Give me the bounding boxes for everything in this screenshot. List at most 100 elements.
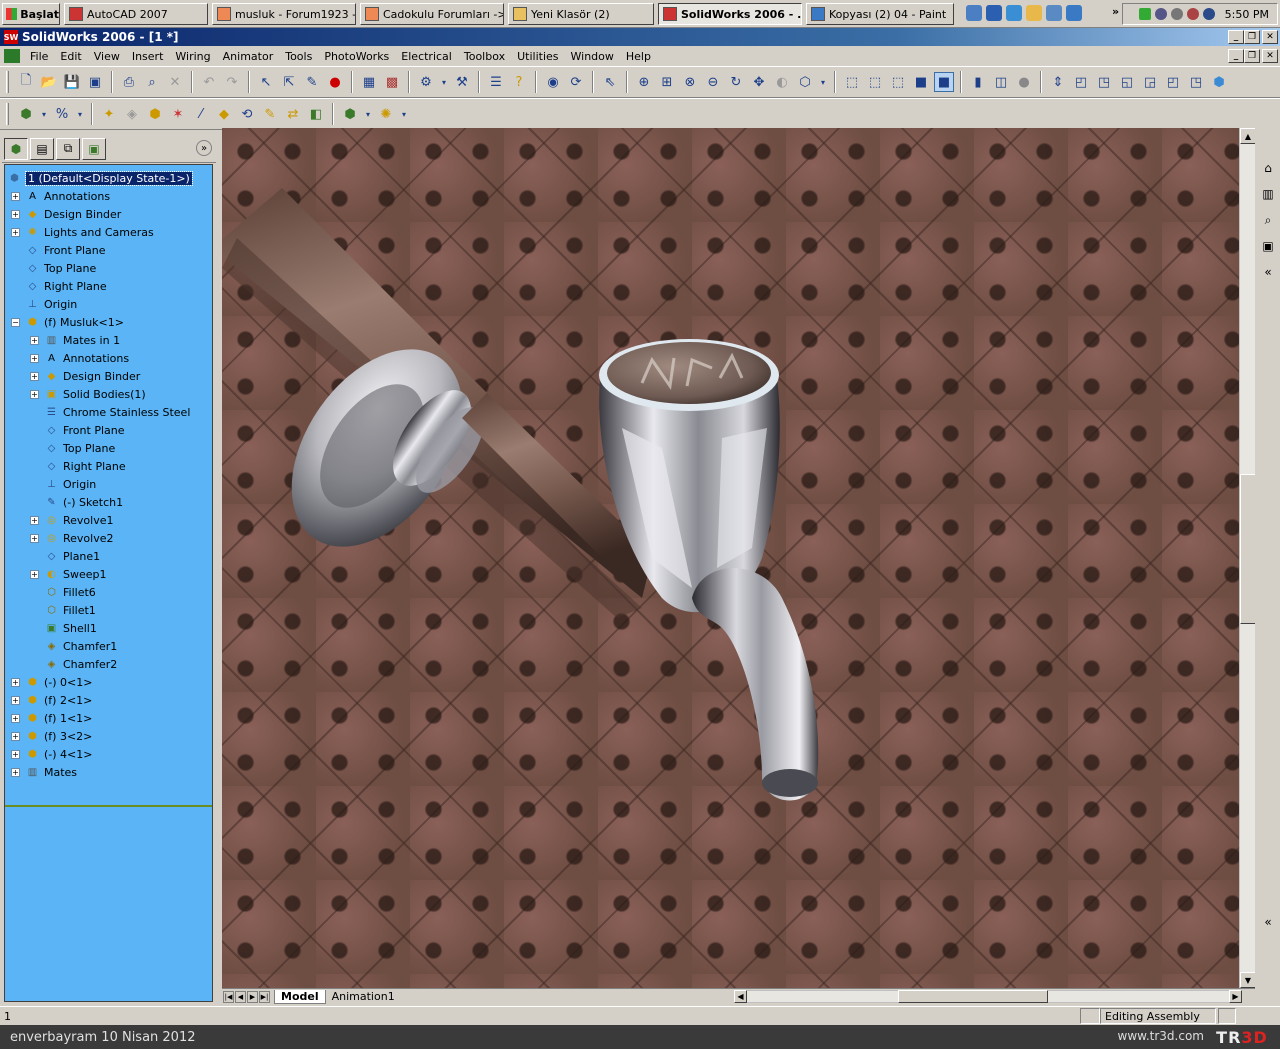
orientation-dropdown-icon[interactable]: ▾: [818, 72, 828, 92]
tree-expander-icon[interactable]: +: [11, 767, 20, 777]
insert-dropdown-icon[interactable]: ▾: [39, 104, 49, 124]
taskbar-more-button[interactable]: »: [1112, 5, 1119, 18]
right-view-icon[interactable]: ◲: [1140, 72, 1160, 92]
menu-electrical[interactable]: Electrical: [395, 50, 458, 63]
tree-item[interactable]: + ◎ Revolve1: [30, 511, 114, 529]
menu-insert[interactable]: Insert: [126, 50, 170, 63]
document-icon[interactable]: [4, 49, 20, 63]
previous-view-icon[interactable]: ⇖: [600, 72, 620, 92]
rotate-view-icon[interactable]: ↻: [726, 72, 746, 92]
render-manager-tab[interactable]: ▣: [82, 137, 106, 160]
hide-show-icon[interactable]: ⇄: [283, 104, 303, 124]
messenger-icon[interactable]: [1026, 5, 1042, 21]
vertical-scrollbar[interactable]: ▲ ▼: [1239, 128, 1256, 988]
toolbar-grip[interactable]: [6, 103, 9, 125]
collapse-task-pane-icon[interactable]: «: [1258, 262, 1278, 282]
first-tab-button[interactable]: |◀: [223, 990, 234, 1003]
edit-component-icon[interactable]: ✎: [260, 104, 280, 124]
taskbar-task-3[interactable]: Yeni Klasör (2): [508, 3, 654, 25]
sensor-dropdown-icon[interactable]: ▾: [399, 104, 409, 124]
doc-close-button[interactable]: ✕: [1262, 49, 1278, 63]
tree-item[interactable]: + ▥ Mates in 1: [30, 331, 120, 349]
delete-icon[interactable]: ✕: [165, 72, 185, 92]
tree-item[interactable]: ◈ Chamfer2: [30, 655, 118, 673]
tree-item[interactable]: + ◆ Design Binder: [11, 205, 121, 223]
tree-expander-icon[interactable]: +: [30, 533, 39, 543]
tree-item[interactable]: + ⬢ (-) 0<1>: [11, 673, 92, 691]
sketch-icon[interactable]: ✎: [302, 72, 322, 92]
menu-wiring[interactable]: Wiring: [169, 50, 216, 63]
clock[interactable]: 5:50 PM: [1225, 8, 1269, 21]
scroll-down-button[interactable]: ▼: [1240, 972, 1256, 988]
scroll-up-button[interactable]: ▲: [1240, 128, 1256, 144]
tree-expander-icon[interactable]: +: [11, 713, 20, 723]
tree-item[interactable]: ◇ Plane1: [30, 547, 101, 565]
scroll-right-button[interactable]: ▶: [1229, 990, 1242, 1003]
tree-item[interactable]: ◇ Top Plane: [30, 439, 116, 457]
tree-expander-icon[interactable]: +: [11, 227, 20, 237]
normal-to-icon[interactable]: ⇕: [1048, 72, 1068, 92]
tree-item[interactable]: + ◎ Revolve2: [30, 529, 114, 547]
menu-window[interactable]: Window: [565, 50, 620, 63]
minimize-button[interactable]: _: [1228, 30, 1244, 44]
home-icon[interactable]: ⌂: [1258, 158, 1278, 178]
design-library-icon[interactable]: ▥: [1258, 184, 1278, 204]
tab-animation1[interactable]: Animation1: [326, 990, 401, 1004]
shadows-icon[interactable]: ▮: [968, 72, 988, 92]
ie-icon[interactable]: [986, 5, 1002, 21]
tree-item[interactable]: + ⬢ (f) 1<1>: [11, 709, 92, 727]
new-file-icon[interactable]: 🗋: [16, 72, 36, 92]
tree-item[interactable]: ◇ Top Plane: [11, 259, 97, 277]
tree-item[interactable]: ◇ Right Plane: [30, 457, 126, 475]
rebuild-icon[interactable]: ●: [325, 72, 345, 92]
tree-expander-icon[interactable]: +: [30, 569, 39, 579]
select-filter-icon[interactable]: ⇱: [279, 72, 299, 92]
faucet-model[interactable]: [222, 128, 1239, 988]
tree-item[interactable]: ⬡ Fillet1: [30, 601, 96, 619]
select-arrow-icon[interactable]: ↖: [256, 72, 276, 92]
options-icon[interactable]: ⚙: [416, 72, 436, 92]
zoom-in-out-icon[interactable]: ⊗: [680, 72, 700, 92]
tree-expander-icon[interactable]: −: [11, 317, 20, 327]
photoworks-icon[interactable]: ◉: [543, 72, 563, 92]
insert-component-icon[interactable]: ⬢: [16, 104, 36, 124]
scroll-left-button[interactable]: ◀: [734, 990, 747, 1003]
desktop-icon[interactable]: [1066, 5, 1082, 21]
front-view-icon[interactable]: ◰: [1071, 72, 1091, 92]
tree-expander-icon[interactable]: +: [11, 209, 20, 219]
configurationmanager-tab[interactable]: ⧉: [56, 137, 80, 160]
left-view-icon[interactable]: ◱: [1117, 72, 1137, 92]
open-file-icon[interactable]: 📂: [39, 72, 59, 92]
tree-item[interactable]: + ▥ Mates: [11, 763, 77, 781]
menu-photoworks[interactable]: PhotoWorks: [318, 50, 395, 63]
tree-expander-icon[interactable]: +: [30, 389, 39, 399]
tree-item[interactable]: ◈ Chamfer1: [30, 637, 118, 655]
doc-minimize-button[interactable]: _: [1228, 49, 1244, 63]
edit-appearance-icon[interactable]: ▩: [382, 72, 402, 92]
taskbar-task-1[interactable]: musluk - Forum1923 -...: [212, 3, 356, 25]
roll-view-icon[interactable]: ◐: [772, 72, 792, 92]
tree-item[interactable]: + ⬢ (f) 3<2>: [11, 727, 92, 745]
print-icon[interactable]: ⎙: [119, 72, 139, 92]
top-view-icon[interactable]: ◰: [1163, 72, 1183, 92]
tree-item[interactable]: ⬢ 1 (Default<Display State-1>): [7, 169, 193, 187]
feature-icon[interactable]: ⬢: [340, 104, 360, 124]
bottom-view-icon[interactable]: ◳: [1186, 72, 1206, 92]
tree-item[interactable]: ◇ Front Plane: [11, 241, 106, 259]
menu-edit[interactable]: Edit: [54, 50, 87, 63]
back-view-icon[interactable]: ◳: [1094, 72, 1114, 92]
close-button[interactable]: ✕: [1262, 30, 1278, 44]
tree-item[interactable]: − ⬢ (f) Musluk<1>: [11, 313, 124, 331]
menu-tools[interactable]: Tools: [279, 50, 318, 63]
tree-expander-icon[interactable]: +: [11, 677, 20, 687]
redo-icon[interactable]: ↷: [222, 72, 242, 92]
tree-item[interactable]: + ⬢ (f) 2<1>: [11, 691, 92, 709]
zoom-to-selection-icon[interactable]: ⊖: [703, 72, 723, 92]
refresh-icon[interactable]: [1006, 5, 1022, 21]
horizontal-scroll-thumb[interactable]: [898, 990, 1048, 1003]
shaded-with-edges-icon[interactable]: ■: [911, 72, 931, 92]
tree-item[interactable]: ▣ Shell1: [30, 619, 97, 637]
tree-expander-icon[interactable]: +: [11, 695, 20, 705]
taskbar-task-0[interactable]: AutoCAD 2007: [64, 3, 208, 25]
wireframe-icon[interactable]: ⬚: [842, 72, 862, 92]
